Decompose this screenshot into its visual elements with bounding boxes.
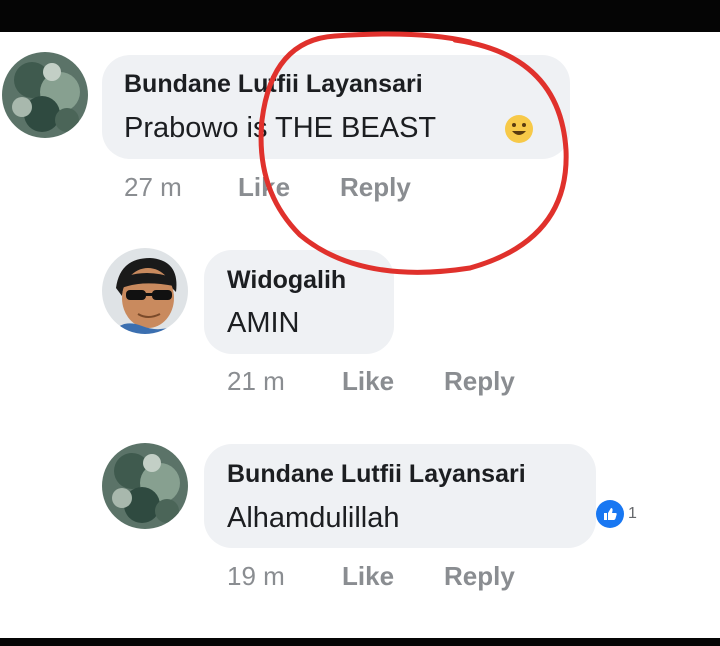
- reaction-summary[interactable]: 1: [596, 500, 637, 528]
- like-button[interactable]: Like: [342, 366, 394, 397]
- like-button[interactable]: Like: [238, 172, 290, 203]
- comment-author[interactable]: Bundane Lutfii Layansari: [227, 460, 526, 489]
- like-button[interactable]: Like: [342, 561, 394, 592]
- comment-text: Alhamdulillah: [227, 502, 400, 534]
- bottom-black-bar: [0, 638, 720, 646]
- reply-button[interactable]: Reply: [340, 172, 411, 203]
- reaction-count: 1: [628, 505, 637, 522]
- comment-timestamp: 21 m: [227, 366, 285, 396]
- comment-text: AMIN: [227, 307, 300, 339]
- avatar[interactable]: [102, 248, 188, 334]
- comment-timestamp: 19 m: [227, 561, 285, 591]
- top-black-bar: [0, 0, 720, 32]
- comment-timestamp: 27 m: [124, 172, 182, 202]
- reply-button[interactable]: Reply: [444, 366, 515, 397]
- avatar[interactable]: [2, 52, 88, 138]
- grinning-face-emoji: [505, 115, 533, 143]
- comment-author[interactable]: Widogalih: [227, 266, 346, 295]
- avatar[interactable]: [102, 443, 188, 529]
- thumbs-up-icon: [596, 500, 624, 528]
- reply-button[interactable]: Reply: [444, 561, 515, 592]
- comment-author[interactable]: Bundane Lutfii Layansari: [124, 70, 423, 99]
- comment-text: Prabowo is THE BEAST: [124, 112, 437, 144]
